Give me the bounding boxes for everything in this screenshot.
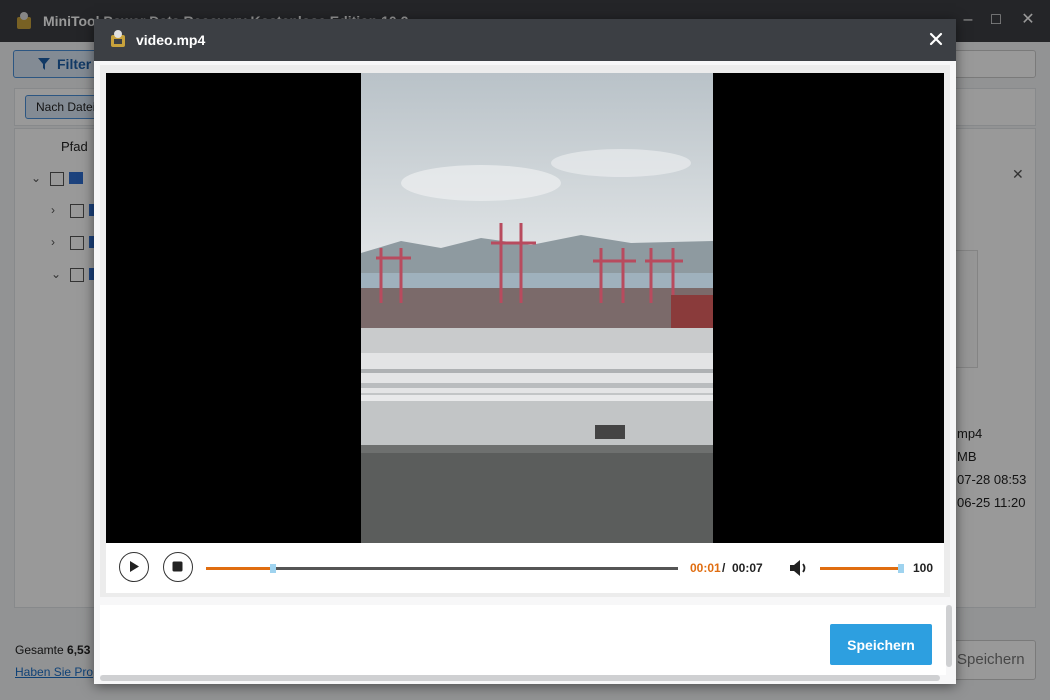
volume-icon[interactable] bbox=[788, 558, 810, 578]
seek-progress bbox=[206, 567, 274, 570]
volume-value: 100 bbox=[913, 561, 934, 575]
player-controls: 00:01 / 00:07 100 bbox=[106, 543, 944, 593]
video-area[interactable] bbox=[106, 73, 944, 543]
seek-handle[interactable] bbox=[270, 564, 277, 573]
close-icon[interactable] bbox=[926, 29, 946, 49]
duration: 00:07 bbox=[732, 561, 763, 575]
volume-handle[interactable] bbox=[898, 564, 904, 573]
dialog-footer bbox=[100, 605, 946, 675]
play-icon bbox=[130, 561, 139, 572]
vertical-scrollbar[interactable] bbox=[946, 605, 952, 667]
stop-button[interactable] bbox=[163, 552, 193, 582]
video-preview-dialog: video.mp4 00:01 / 00:07 100 Speichern bbox=[94, 19, 956, 684]
volume-level bbox=[820, 567, 898, 570]
save-button[interactable]: Speichern bbox=[830, 624, 932, 665]
volume-slider[interactable] bbox=[820, 564, 904, 573]
video-frame-image bbox=[361, 73, 713, 543]
dialog-titlebar: video.mp4 bbox=[94, 19, 956, 61]
horizontal-scrollbar[interactable] bbox=[100, 675, 940, 681]
stop-icon bbox=[172, 561, 183, 572]
app-logo-icon bbox=[111, 30, 125, 47]
current-time: 00:01 bbox=[690, 561, 721, 575]
time-separator: / bbox=[722, 561, 726, 575]
dialog-title: video.mp4 bbox=[136, 32, 206, 48]
play-button[interactable] bbox=[119, 552, 149, 582]
seek-slider[interactable] bbox=[206, 564, 678, 573]
